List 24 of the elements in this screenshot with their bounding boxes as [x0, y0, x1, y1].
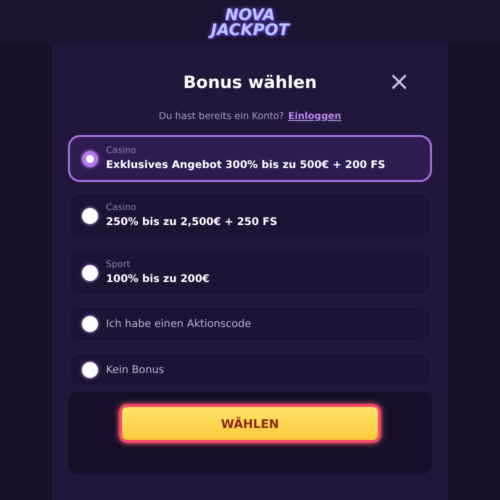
- option-label: Kein Bonus: [106, 364, 164, 376]
- option-label: Exklusives Angebot 300% bis zu 500€ + 200 FS: [106, 159, 386, 171]
- dialog-title: Bonus wählen: [183, 73, 317, 93]
- bonus-option[interactable]: Kein Bonus: [68, 352, 432, 388]
- option-label: 100% bis zu 200€: [106, 273, 210, 285]
- bonus-option[interactable]: Casino Exklusives Angebot 300% bis zu 500€ + 200 FS: [68, 135, 432, 182]
- option-label: Ich habe einen Aktionscode: [106, 318, 252, 330]
- bonus-option[interactable]: Casino 250% bis zu 2,500€ + 250 FS: [68, 192, 432, 239]
- option-label: 250% bis zu 2,500€ + 250 FS: [106, 216, 278, 228]
- radio-button[interactable]: [82, 264, 98, 280]
- radio-button[interactable]: [82, 316, 98, 332]
- bonus-option[interactable]: Ich habe einen Aktionscode: [68, 306, 432, 342]
- option-category: Casino: [106, 203, 138, 213]
- option-category: Sport: [106, 260, 132, 270]
- radio-button[interactable]: [82, 208, 98, 224]
- choose-button[interactable]: WÄHLEN: [119, 404, 381, 443]
- radio-button[interactable]: [82, 150, 98, 166]
- logo: NOVA JACKPOT: [210, 6, 290, 36]
- option-category: Casino: [106, 146, 138, 156]
- login-link[interactable]: Einloggen: [288, 111, 342, 122]
- radio-button[interactable]: [82, 362, 98, 378]
- login-prompt: Du hast bereits ein Konto?: [158, 111, 284, 122]
- close-button[interactable]: ×: [386, 69, 412, 95]
- bonus-option[interactable]: Sport 100% bis zu 200€: [68, 249, 432, 296]
